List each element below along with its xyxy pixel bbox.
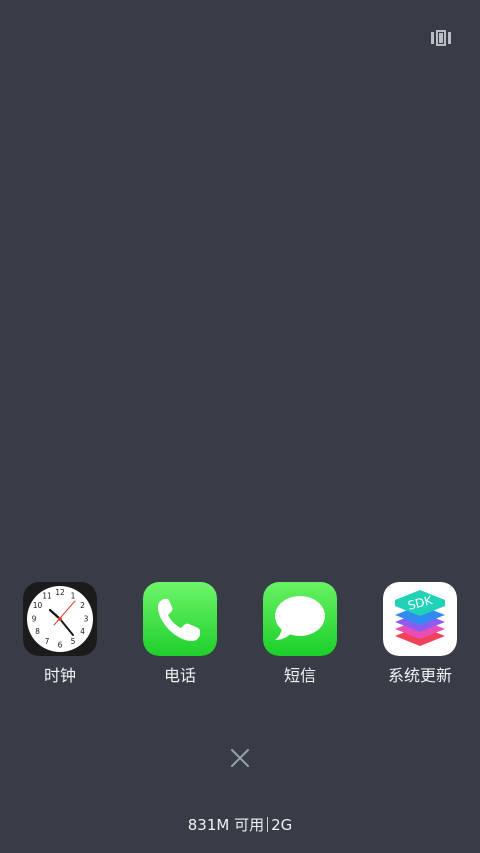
sdk-update-icon: SDK [383, 582, 457, 656]
app-messages[interactable]: 短信 [255, 582, 345, 692]
close-all-button[interactable] [228, 746, 252, 770]
svg-text:12: 12 [55, 588, 65, 597]
phone-icon [143, 582, 217, 656]
messages-icon [263, 582, 337, 656]
svg-text:10: 10 [33, 601, 43, 610]
memory-separator [267, 817, 269, 832]
app-label-messages: 短信 [283, 666, 316, 685]
app-clock[interactable]: 12 1 2 3 4 5 6 7 8 9 10 11 时钟 [15, 582, 105, 692]
memory-total: 2G [271, 816, 293, 834]
svg-text:1: 1 [71, 592, 76, 601]
layout-toggle-button[interactable] [428, 28, 454, 48]
close-icon [231, 749, 249, 767]
svg-text:3: 3 [84, 615, 89, 624]
app-label-system-update: 系统更新 [387, 666, 452, 685]
layout-toggle-icon [431, 30, 451, 46]
svg-text:6: 6 [58, 641, 63, 650]
svg-text:5: 5 [71, 637, 76, 646]
app-system-update[interactable]: SDK 系统更新 [375, 582, 465, 692]
svg-text:11: 11 [42, 592, 52, 601]
svg-text:7: 7 [45, 637, 50, 646]
svg-text:9: 9 [32, 615, 37, 624]
svg-text:2: 2 [80, 601, 85, 610]
app-phone[interactable]: 电话 [135, 582, 225, 692]
svg-text:8: 8 [35, 627, 40, 636]
clock-icon: 12 1 2 3 4 5 6 7 8 9 10 11 [23, 582, 97, 656]
app-label-phone: 电话 [163, 666, 196, 685]
memory-available: 831M 可用 [187, 816, 265, 834]
memory-status: 831M 可用 2G [0, 815, 480, 835]
svg-text:4: 4 [80, 627, 85, 636]
recent-apps-row: 12 1 2 3 4 5 6 7 8 9 10 11 时钟 电话 短信 SDK … [0, 582, 480, 692]
app-label-clock: 时钟 [43, 666, 76, 685]
